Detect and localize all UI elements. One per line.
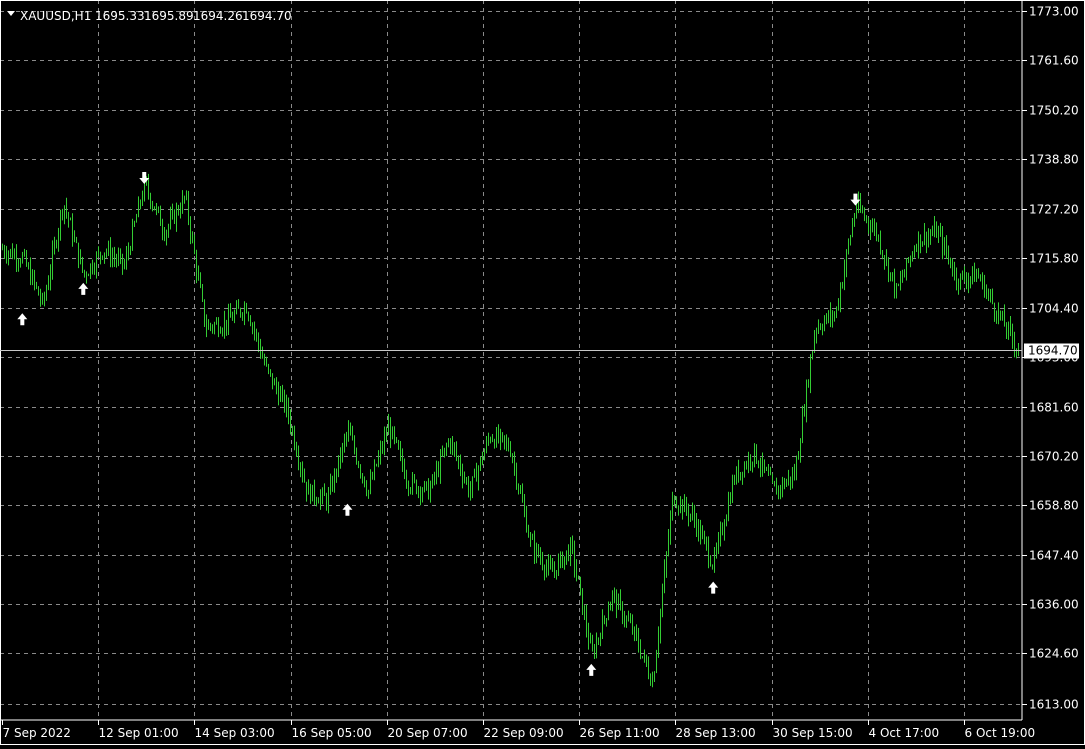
price-tick-label: 1624.60 bbox=[1029, 647, 1079, 661]
price-tick-label: 1715.80 bbox=[1029, 252, 1079, 266]
price-tick-label: 1704.40 bbox=[1029, 302, 1079, 316]
price-tick-label: 1761.60 bbox=[1029, 54, 1079, 68]
price-tick-label: 1727.20 bbox=[1029, 203, 1079, 217]
open-value: 1695.33 bbox=[95, 9, 145, 23]
time-tick-label: 6 Oct 19:00 bbox=[965, 726, 1036, 740]
low-value: 1694.26 bbox=[193, 9, 243, 23]
time-tick-label: 28 Sep 13:00 bbox=[676, 726, 756, 740]
time-tick-label: 26 Sep 11:00 bbox=[580, 726, 660, 740]
price-tick-label: 1750.20 bbox=[1029, 104, 1079, 118]
current-price-label: 1694.70 bbox=[1028, 344, 1078, 358]
high-value: 1695.89 bbox=[144, 9, 194, 23]
price-tick-label: 1773.00 bbox=[1029, 5, 1079, 19]
time-tick-label: 22 Sep 09:00 bbox=[484, 726, 564, 740]
price-tick-label: 1647.40 bbox=[1029, 549, 1079, 563]
time-tick-label: 7 Sep 2022 bbox=[3, 726, 71, 740]
chart-header: XAUUSD,H1 1695.33 1695.89 1694.26 1694.7… bbox=[7, 9, 292, 23]
symbol-label: XAUUSD,H1 bbox=[20, 9, 91, 23]
time-tick-label: 4 Oct 17:00 bbox=[869, 726, 940, 740]
price-tick-label: 1670.20 bbox=[1029, 450, 1079, 464]
time-tick-label: 12 Sep 01:00 bbox=[99, 726, 179, 740]
price-tick-label: 1613.00 bbox=[1029, 698, 1079, 712]
time-tick-label: 20 Sep 07:00 bbox=[388, 726, 468, 740]
price-tick-label: 1636.00 bbox=[1029, 598, 1079, 612]
chart-frame[interactable]: 1773.00 1761.60 1750.20 1738.80 1727.20 1715.… bbox=[0, 0, 1085, 745]
time-tick-label: 30 Sep 15:00 bbox=[773, 726, 853, 740]
price-chart[interactable]: 1773.00 1761.60 1750.20 1738.80 1727.20 1715.… bbox=[0, 0, 1085, 745]
time-tick-label: 16 Sep 05:00 bbox=[292, 726, 372, 740]
current-price-tag: 1694.70 bbox=[1024, 343, 1079, 359]
price-tick-label: 1681.60 bbox=[1029, 401, 1079, 415]
close-value: 1694.70 bbox=[242, 9, 292, 23]
price-tick-label: 1658.80 bbox=[1029, 499, 1079, 513]
price-tick-label: 1738.80 bbox=[1029, 153, 1079, 167]
time-tick-label: 14 Sep 03:00 bbox=[195, 726, 275, 740]
chart-background bbox=[0, 0, 1085, 745]
